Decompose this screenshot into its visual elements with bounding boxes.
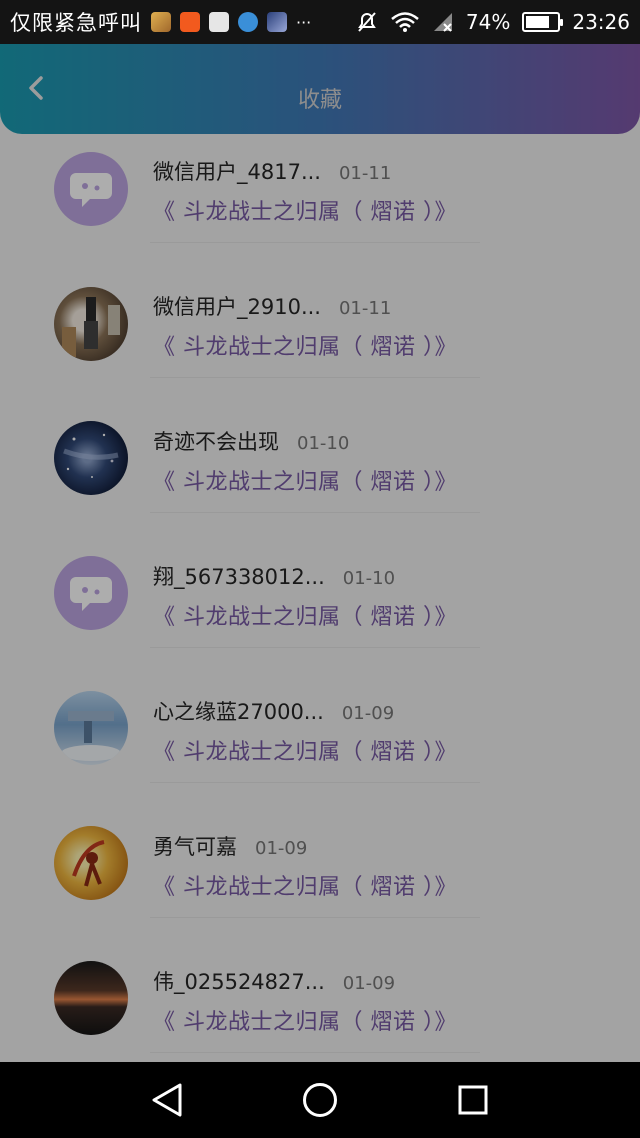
list-item[interactable]: 翔_567338012... 01-10 《 斗龙战士之归属（ 熠诺 ）》 <box>0 539 640 674</box>
battery-level <box>526 16 549 28</box>
user-name: 勇气可嘉 <box>153 835 237 859</box>
anime-app-icon <box>267 12 287 32</box>
favorite-date: 01-10 <box>342 568 396 589</box>
browser-app-icon <box>238 12 258 32</box>
book-title-link[interactable]: 《 斗龙战士之归属（ 熠诺 ）》 <box>153 599 457 631</box>
mute-icon <box>356 11 378 33</box>
book-title-link[interactable]: 《 斗龙战士之归属（ 熠诺 ）》 <box>153 734 457 766</box>
list-item[interactable]: 伟_025524827... 01-09 《 斗龙战士之归属（ 熠诺 ）》 <box>0 944 640 1062</box>
music-app-icon <box>209 12 229 32</box>
divider <box>150 377 480 378</box>
divider <box>150 1052 480 1053</box>
battery-icon <box>522 12 564 32</box>
book-title-link[interactable]: 《 斗龙战士之归属（ 熠诺 ）》 <box>153 869 457 901</box>
triangle-back-icon <box>152 1083 182 1117</box>
list-item[interactable]: 微信用户_4817... 01-11 《 斗龙战士之归属（ 熠诺 ）》 <box>0 134 640 269</box>
favorite-date: 01-11 <box>338 163 392 184</box>
favorites-list[interactable]: 微信用户_4817... 01-11 《 斗龙战士之归属（ 熠诺 ）》 微信用户… <box>0 134 640 1062</box>
nav-home-button[interactable] <box>290 1070 350 1130</box>
user-name: 心之缘蓝27000... <box>153 700 324 724</box>
user-name: 奇迹不会出现 <box>153 430 279 454</box>
placeholder-chat-avatar[interactable] <box>54 556 128 630</box>
list-item[interactable]: 勇气可嘉 01-09 《 斗龙战士之归属（ 熠诺 ）》 <box>0 809 640 944</box>
favorite-date: 01-09 <box>342 973 396 994</box>
battery-percent: 74% <box>465 10 511 34</box>
book-title-link[interactable]: 《 斗龙战士之归属（ 熠诺 ）》 <box>153 194 457 226</box>
divider <box>150 242 480 243</box>
nav-back-button[interactable] <box>137 1070 197 1130</box>
carrier-label: 仅限紧急呼叫 <box>10 11 142 35</box>
user-name: 微信用户_4817... <box>153 160 321 184</box>
list-item[interactable]: 心之缘蓝27000... 01-09 《 斗龙战士之归属（ 熠诺 ）》 <box>0 674 640 809</box>
header-bar: 收藏 <box>0 44 640 134</box>
golden-warrior-avatar[interactable] <box>54 826 128 900</box>
placeholder-chat-avatar[interactable] <box>54 152 128 226</box>
user-name: 翔_567338012... <box>153 565 325 589</box>
sky-city-avatar[interactable] <box>54 691 128 765</box>
book-title-link[interactable]: 《 斗龙战士之归属（ 熠诺 ）》 <box>153 464 457 496</box>
favorite-date: 01-09 <box>255 838 308 859</box>
user-name: 微信用户_2910... <box>153 295 321 319</box>
sunset-avatar[interactable] <box>54 961 128 1035</box>
favorite-date: 01-11 <box>338 298 392 319</box>
gallery-app-icon <box>151 12 171 32</box>
divider <box>150 647 480 648</box>
more-notifications-icon: ··· <box>296 12 312 32</box>
taobao-app-icon <box>180 12 200 32</box>
book-title-link[interactable]: 《 斗龙战士之归属（ 熠诺 ）》 <box>153 329 457 361</box>
divider <box>150 512 480 513</box>
divider <box>150 917 480 918</box>
wifi-icon <box>390 11 420 33</box>
circle-home-icon <box>302 1083 337 1117</box>
square-recents-icon <box>458 1085 488 1115</box>
favorite-date: 01-10 <box>297 433 350 454</box>
nav-recents-button[interactable] <box>443 1070 503 1130</box>
clock: 23:26 <box>572 10 630 34</box>
night-sky-avatar[interactable] <box>54 421 128 495</box>
room-photo-avatar[interactable] <box>54 287 128 361</box>
divider <box>150 782 480 783</box>
signal-icon <box>432 11 454 33</box>
list-item[interactable]: 奇迹不会出现 01-10 《 斗龙战士之归属（ 熠诺 ）》 <box>0 404 640 539</box>
user-name: 伟_025524827... <box>153 970 325 994</box>
status-bar: 仅限紧急呼叫 ··· 74% 23:26 <box>0 0 640 44</box>
system-nav-bar <box>0 1062 640 1138</box>
page-title: 收藏 <box>297 88 342 113</box>
book-title-link[interactable]: 《 斗龙战士之归属（ 熠诺 ）》 <box>153 1004 457 1036</box>
list-item[interactable]: 微信用户_2910... 01-11 《 斗龙战士之归属（ 熠诺 ）》 <box>0 269 640 404</box>
favorite-date: 01-09 <box>341 703 395 724</box>
